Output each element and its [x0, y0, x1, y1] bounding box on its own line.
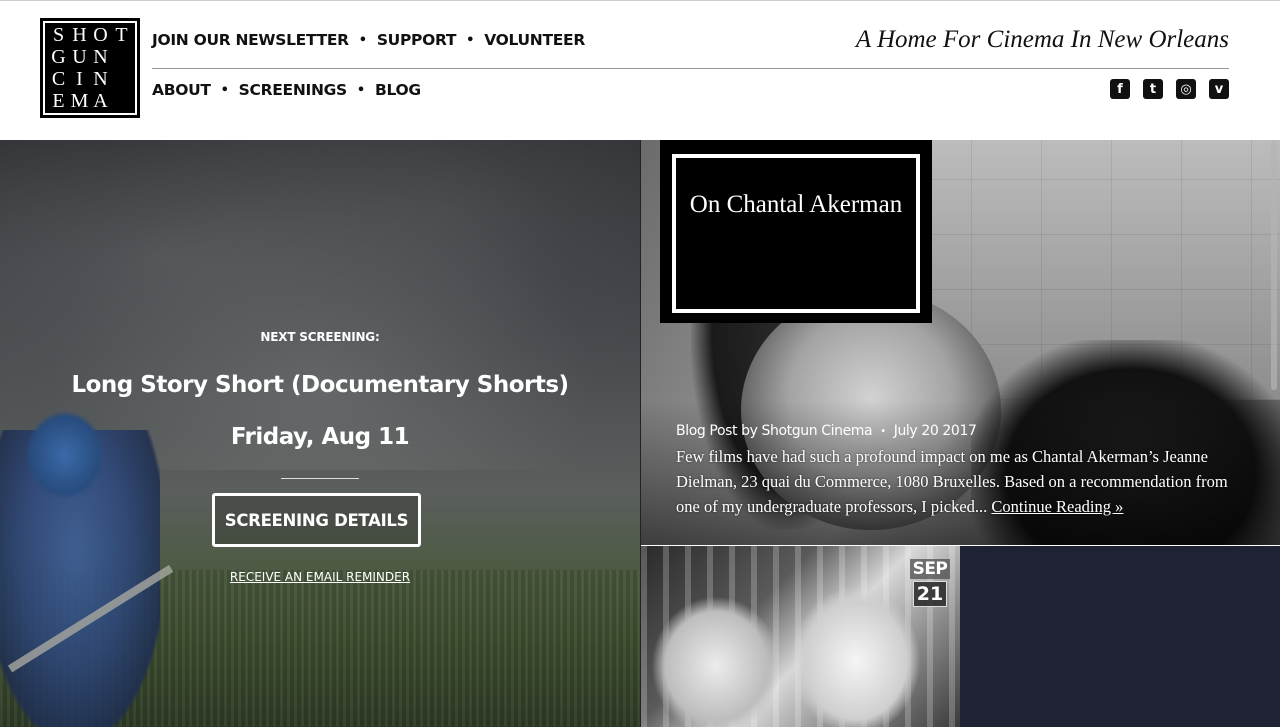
blog-title-box[interactable]: On Chantal Akerman	[660, 140, 932, 323]
meta-separator-dot: •	[880, 425, 886, 437]
blog-byline: Blog Post by Shotgun Cinema	[676, 423, 873, 439]
twitter-icon[interactable]: t	[1143, 79, 1163, 99]
facebook-icon[interactable]: f	[1110, 79, 1130, 99]
logo-letter: C	[51, 68, 66, 90]
logo-letter: A	[93, 90, 108, 112]
blog-post-card[interactable]: On Chantal Akerman Blog Post by Shotgun …	[641, 140, 1280, 545]
secondary-nav: JOIN OUR NEWSLETTER • SUPPORT • VOLUNTEE…	[152, 31, 585, 49]
nav-separator-dot: •	[356, 82, 365, 98]
event-photo-figure	[791, 586, 921, 727]
scrollbar[interactable]	[1271, 140, 1277, 390]
header-divider	[152, 68, 1229, 69]
site-header: S H O T G U N C I N E M A JOIN OUR NEWSL…	[0, 0, 1280, 140]
instagram-icon[interactable]: ◎	[1176, 79, 1196, 99]
event-day: 21	[913, 581, 947, 607]
logo-grid: S H O T G U N C I N E M A	[43, 21, 137, 115]
upcoming-event-tile[interactable]: SEP 21	[641, 546, 960, 727]
nav-support-link[interactable]: SUPPORT	[377, 31, 457, 49]
logo-letter: N	[93, 46, 108, 68]
logo-letter: T	[115, 24, 128, 46]
blog-excerpt: Few films have had such a profound impac…	[676, 444, 1251, 519]
nav-separator-dot: •	[220, 82, 229, 98]
empty-tile	[960, 546, 1280, 727]
nav-separator-dot: •	[466, 32, 475, 48]
nav-screenings-link[interactable]: SCREENINGS	[239, 81, 348, 99]
logo-letter: H	[72, 24, 87, 46]
screening-date: Friday, Aug 11	[230, 424, 410, 450]
primary-nav: ABOUT • SCREENINGS • BLOG	[152, 81, 421, 99]
logo-letter: I	[76, 68, 83, 90]
hero-divider	[281, 478, 359, 479]
logo-letter: U	[72, 46, 87, 68]
site-tagline: A Home For Cinema In New Orleans	[855, 26, 1229, 53]
email-reminder-link[interactable]: RECEIVE AN EMAIL REMINDER	[0, 570, 640, 584]
blog-excerpt-text: Few films have had such a profound impac…	[676, 447, 1228, 516]
logo-letter: G	[51, 46, 66, 68]
continue-reading-link[interactable]: Continue Reading »	[991, 497, 1123, 516]
screening-title: Long Story Short (Documentary Shorts)	[71, 372, 569, 398]
social-links: f t ◎ v	[1110, 79, 1229, 99]
blog-title: On Chantal Akerman	[672, 154, 920, 313]
nav-about-link[interactable]: ABOUT	[152, 81, 211, 99]
nav-blog-link[interactable]: BLOG	[375, 81, 421, 99]
nav-newsletter-link[interactable]: JOIN OUR NEWSLETTER	[152, 31, 349, 49]
logo-letter: E	[52, 90, 65, 112]
event-photo-figure	[651, 596, 781, 727]
nav-separator-dot: •	[358, 32, 367, 48]
blog-meta: Blog Post by Shotgun Cinema • July 20 20…	[676, 423, 977, 439]
nav-volunteer-link[interactable]: VOLUNTEER	[484, 31, 585, 49]
event-month: SEP	[910, 559, 950, 579]
blog-date: July 20 2017	[893, 423, 977, 439]
logo-letter: M	[70, 90, 89, 112]
screening-details-button[interactable]: SCREENING DETAILS	[212, 493, 421, 547]
vimeo-icon[interactable]: v	[1209, 79, 1229, 99]
event-date-badge: SEP 21	[910, 559, 950, 607]
logo-letter: O	[93, 24, 108, 46]
logo-letter: S	[52, 24, 65, 46]
logo-letter: N	[93, 68, 108, 90]
next-screening-label: NEXT SCREENING:	[260, 330, 380, 344]
shotgun-cinema-logo[interactable]: S H O T G U N C I N E M A	[40, 18, 140, 118]
